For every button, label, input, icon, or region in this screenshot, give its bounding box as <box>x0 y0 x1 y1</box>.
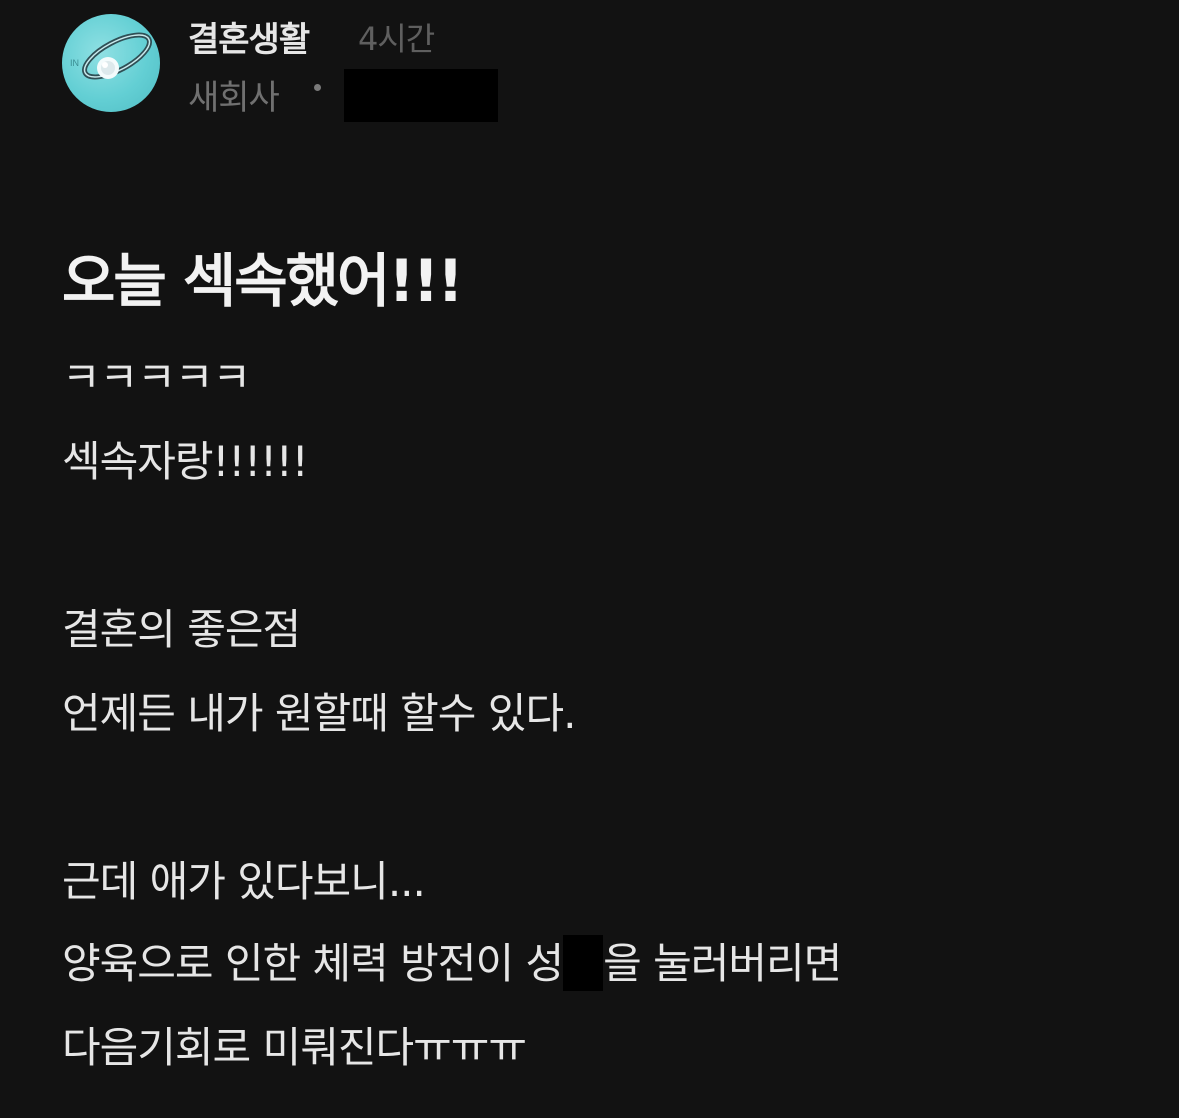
post-body-line: 언제든 내가 원할때 할수 있다. <box>62 689 576 738</box>
post-body-fragment: 양육으로 인한 체력 방전이 성 <box>62 939 564 988</box>
post-body-line: 결혼의 좋은점 <box>62 605 301 654</box>
post-header: IN 결혼생활 4시간 새회사 <box>62 12 1162 122</box>
post-body-line: 다음기회로 미뤄진다ㅠㅠㅠ <box>62 1023 527 1072</box>
redacted-author-name <box>344 69 498 122</box>
post-body-line: 근데 애가 있다보니... <box>62 857 426 906</box>
post-body-line: ㅋㅋㅋㅋㅋ <box>62 353 251 402</box>
author-company[interactable]: 새회사 <box>188 70 280 119</box>
svg-text:IN: IN <box>70 58 79 68</box>
separator-dot <box>314 84 321 91</box>
post-title: 오늘 섹속했어!!! <box>62 247 464 315</box>
post-body-fragment: 을 눌러버리면 <box>603 939 842 988</box>
redaction-block <box>563 934 604 991</box>
ring-photo-icon: IN <box>70 32 152 80</box>
post-time: 4시간 <box>358 20 435 58</box>
board-avatar[interactable]: IN <box>62 14 160 112</box>
post-body-line-redacted: 양육으로 인한 체력 방전이 성 을 눌러버리면 <box>62 930 842 991</box>
post-body-line: 섹속자랑!!!!!! <box>62 437 309 486</box>
board-name[interactable]: 결혼생활 <box>188 12 310 61</box>
